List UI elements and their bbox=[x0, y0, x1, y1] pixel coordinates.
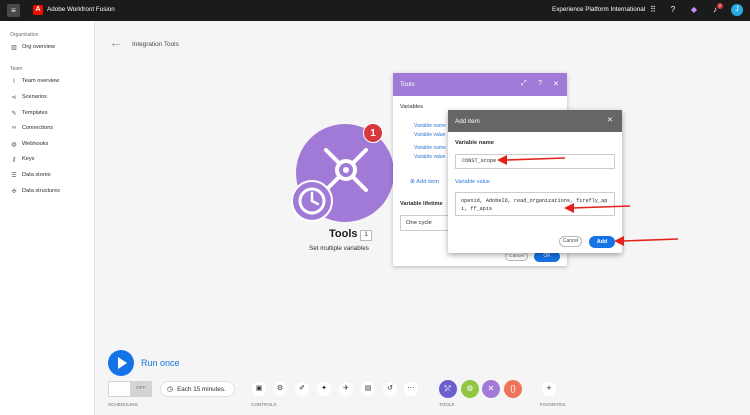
controls-label: CONTROLS bbox=[251, 402, 277, 407]
favorites-label: FAVORITES bbox=[540, 402, 566, 407]
apps-grid-icon[interactable]: ⠿ bbox=[648, 5, 658, 15]
toggle-knob bbox=[109, 382, 130, 396]
annotation-arrow-icon bbox=[564, 203, 631, 213]
briefcase-icon[interactable]: ▤ bbox=[361, 382, 375, 396]
sidebar-item-connections[interactable]: ∞ Connections bbox=[10, 123, 53, 133]
variable-name-field[interactable]: Variable name bbox=[414, 145, 446, 151]
annotation-arrow-icon bbox=[614, 236, 679, 246]
sidebar-item-label: Data structures bbox=[22, 188, 60, 194]
announcements-icon[interactable]: ◆ bbox=[689, 5, 699, 15]
sidebar-item-label: Data stores bbox=[22, 172, 51, 178]
variables-label: Variables bbox=[400, 104, 423, 110]
toggle-state: OFF bbox=[136, 386, 146, 391]
link-icon: ∞ bbox=[11, 125, 17, 131]
help-icon[interactable]: ? bbox=[668, 5, 678, 15]
sidebar-item-webhooks[interactable]: ◍ Webhooks bbox=[10, 139, 48, 149]
chart-icon: ⌇ bbox=[12, 78, 16, 85]
module-title: Tools bbox=[329, 228, 358, 240]
variable-value-label: Variable value bbox=[455, 179, 491, 185]
tools-panel-title: Tools bbox=[400, 81, 415, 88]
run-once-label[interactable]: Run once bbox=[141, 358, 180, 368]
cancel-button[interactable]: Cancel bbox=[559, 236, 582, 247]
gear-icon[interactable]: ⚙ bbox=[273, 382, 287, 396]
template-icon: ✎ bbox=[11, 110, 17, 117]
tools-label: TOOLS bbox=[439, 402, 455, 407]
notification-badge: 2 bbox=[717, 3, 723, 9]
add-item-button[interactable]: ⊕ Add item bbox=[410, 179, 439, 185]
dialog-header: Add item ✕ bbox=[448, 110, 622, 132]
sidebar-item-org-overview[interactable]: ▥ Org overview bbox=[10, 42, 55, 52]
expand-icon[interactable]: ⤢ bbox=[521, 80, 527, 88]
tools-panel-header: Tools ⤢ ? ✕ bbox=[393, 73, 567, 96]
run-once-button[interactable] bbox=[108, 350, 134, 376]
top-bar: ≡ A Adobe Workfront Fusion Experience Pl… bbox=[0, 0, 750, 21]
lifetime-select[interactable]: One cycle bbox=[400, 215, 450, 231]
flow-control-icon[interactable]: ⤱ bbox=[439, 380, 457, 398]
org-switcher[interactable]: Experience Platform International bbox=[552, 6, 645, 13]
sidebar-item-scenarios[interactable]: ⋖ Scenarios bbox=[10, 92, 47, 102]
sidebar-section-team: Team bbox=[10, 66, 23, 72]
plus-icon[interactable]: + bbox=[542, 382, 556, 396]
magic-wand-icon[interactable]: ✦ bbox=[317, 382, 331, 396]
back-arrow-icon[interactable]: ← bbox=[109, 34, 123, 50]
sidebar-item-label: Team overview bbox=[22, 78, 60, 84]
close-icon[interactable]: ✕ bbox=[553, 80, 559, 88]
schedule-settings[interactable]: ◷ Each 15 minutes. bbox=[160, 381, 235, 397]
sidebar-section-org: Organization bbox=[10, 32, 39, 38]
scheduling-toggle[interactable]: OFF bbox=[108, 381, 152, 397]
cancel-button[interactable]: Cancel bbox=[505, 252, 528, 261]
module-subtitle: Set multiple variables bbox=[309, 245, 369, 252]
airplane-icon[interactable]: ✈ bbox=[339, 382, 353, 396]
sidebar-item-team-overview[interactable]: ⌇ Team overview bbox=[10, 76, 60, 86]
sidebar: Organization ▥ Org overview Team ⌇ Team … bbox=[0, 21, 95, 415]
sidebar-item-keys[interactable]: ⚷ Keys bbox=[10, 154, 35, 164]
sidebar-item-label: Templates bbox=[22, 110, 48, 116]
sidebar-item-data-stores[interactable]: ☰ Data stores bbox=[10, 170, 51, 180]
sidebar-item-label: Connections bbox=[22, 125, 54, 131]
sidebar-item-label: Scenarios bbox=[22, 94, 47, 100]
help-icon[interactable]: ? bbox=[538, 80, 542, 87]
close-icon[interactable]: ✕ bbox=[607, 116, 613, 124]
clock-icon: ◷ bbox=[167, 386, 174, 393]
scheduling-label: SCHEDULING bbox=[108, 402, 139, 407]
sidebar-item-label: Org overview bbox=[22, 44, 55, 50]
hamburger-icon[interactable]: ≡ bbox=[7, 4, 20, 17]
history-icon[interactable]: ↺ bbox=[383, 382, 397, 396]
sidebar-item-label: Webhooks bbox=[22, 141, 49, 147]
gear-icon[interactable]: ⚙ bbox=[461, 380, 479, 398]
more-icon[interactable]: ⋯ bbox=[404, 382, 418, 396]
dialog-title: Add item bbox=[455, 118, 480, 125]
module-count: 1 bbox=[360, 230, 372, 241]
globe-icon: ◍ bbox=[11, 141, 17, 148]
share-icon: ⋖ bbox=[11, 94, 17, 101]
save-icon[interactable]: ▣ bbox=[252, 382, 266, 396]
scenario-title[interactable]: Integration Tools bbox=[132, 41, 179, 48]
variable-value-field[interactable]: Variable value bbox=[414, 132, 445, 138]
avatar[interactable]: J bbox=[731, 4, 743, 16]
annotation-arrow-icon bbox=[497, 155, 566, 165]
sidebar-item-data-structures[interactable]: ✣ Data structures bbox=[10, 186, 60, 196]
key-icon: ⚷ bbox=[11, 156, 17, 163]
adobe-logo: A bbox=[33, 5, 43, 15]
tools-icon[interactable]: ✕ bbox=[482, 380, 500, 398]
sidebar-item-templates[interactable]: ✎ Templates bbox=[10, 108, 48, 118]
add-item-dialog: Add item ✕ Variable name CONST_scope Var… bbox=[448, 110, 622, 253]
schedule-label: Each 15 minutes. bbox=[177, 385, 226, 393]
lifetime-label: Variable lifetime bbox=[400, 201, 443, 207]
app-title: Adobe Workfront Fusion bbox=[47, 6, 115, 13]
notes-icon[interactable]: ✐ bbox=[295, 382, 309, 396]
sidebar-item-label: Keys bbox=[22, 156, 35, 162]
module-order-badge: 1 bbox=[363, 123, 383, 143]
json-icon[interactable]: {} bbox=[504, 380, 522, 398]
structure-icon: ✣ bbox=[11, 188, 17, 195]
variable-value-field[interactable]: Variable value bbox=[414, 154, 445, 160]
clock-icon bbox=[291, 180, 333, 222]
variable-name-field[interactable]: Variable name bbox=[414, 123, 446, 129]
variable-name-label: Variable name bbox=[455, 140, 494, 146]
database-icon: ☰ bbox=[11, 172, 17, 179]
building-icon: ▥ bbox=[11, 44, 17, 51]
